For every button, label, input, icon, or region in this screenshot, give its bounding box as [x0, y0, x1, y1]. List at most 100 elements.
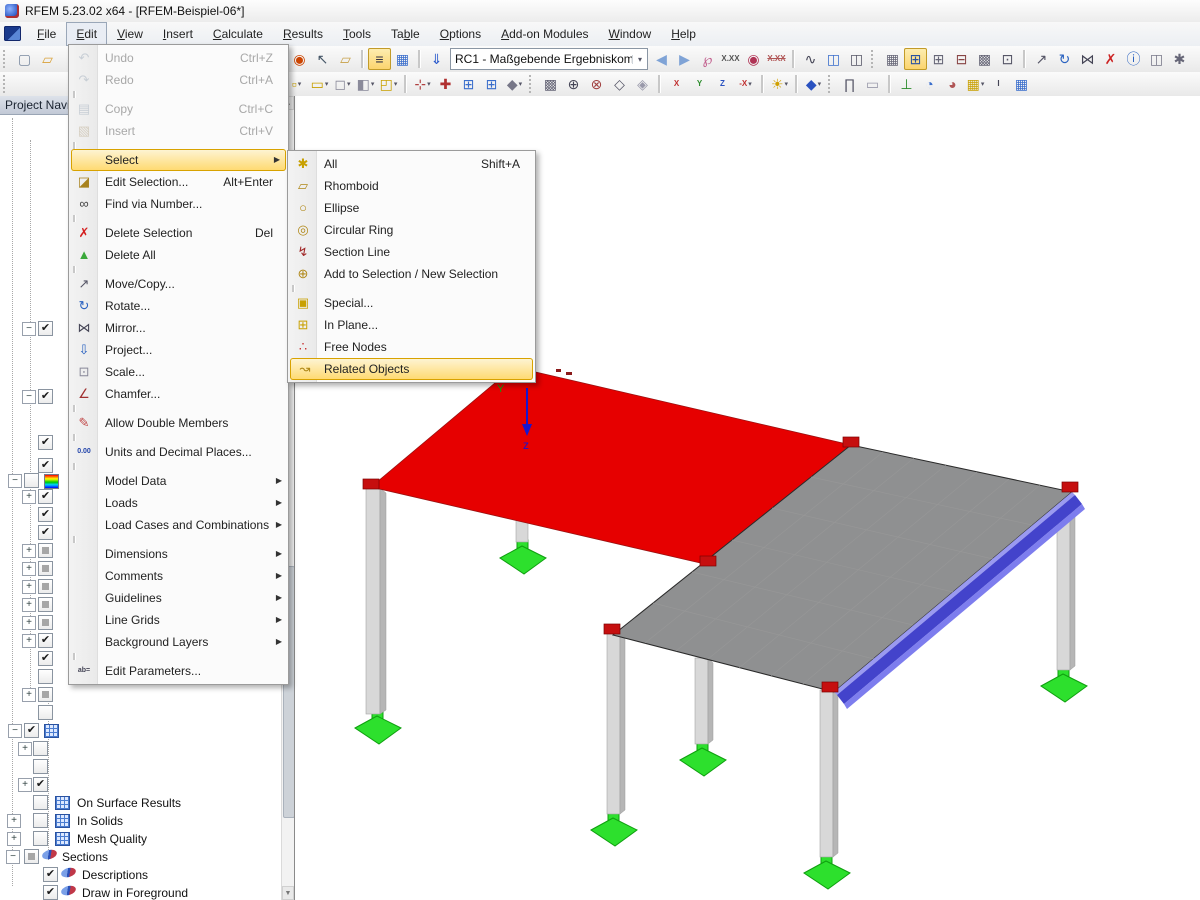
expand-toggle[interactable]: +: [22, 688, 36, 702]
surface-results-icon[interactable]: ◔: [918, 73, 941, 95]
checkbox[interactable]: ✔: [38, 705, 53, 720]
menubar-item-window[interactable]: Window: [599, 22, 662, 46]
view-multi-icon[interactable]: ◈: [631, 73, 654, 95]
menu-item[interactable]: ▧ Insert Ctrl+V ▶: [69, 120, 288, 142]
menubar-item-edit[interactable]: Edit: [66, 22, 107, 46]
checkbox[interactable]: ✔: [38, 561, 53, 576]
info-icon[interactable]: ⓘ: [1122, 48, 1145, 70]
menu-item[interactable]: ↷ Redo Ctrl+A ▶: [69, 69, 288, 91]
menubar-item-results[interactable]: Results: [273, 22, 333, 46]
menu-item[interactable]: 0.00 Units and Decimal Places... ▶: [69, 441, 288, 463]
select-net-icon[interactable]: ▩: [539, 73, 562, 95]
menu-item[interactable]: ▱ Rhomboid ▶: [288, 175, 535, 197]
result-points-icon[interactable]: ◉: [742, 48, 765, 70]
menu-item[interactable]: ⇩ Project... ▶: [69, 339, 288, 361]
zoom-in-icon[interactable]: ⊕: [562, 73, 585, 95]
menu-item[interactable]: ✱ All Shift+A ▶: [288, 153, 535, 175]
menu-item[interactable]: ⋈ Mirror... ▶: [69, 317, 288, 339]
result-values-icon[interactable]: X.XX: [719, 48, 742, 70]
menu-item[interactable]: ⊕ Add to Selection / New Selection ▶: [288, 263, 535, 285]
divide-line-icon[interactable]: ⊞: [457, 73, 480, 95]
pointer-select-icon[interactable]: ↖: [311, 48, 334, 70]
checkbox[interactable]: ✔: [38, 525, 53, 540]
checkbox[interactable]: ✔: [38, 507, 53, 522]
menu-item[interactable]: ○ Ellipse ▶: [288, 197, 535, 219]
insert-node-icon[interactable]: ✚: [434, 73, 457, 95]
menu-item[interactable]: Comments ▶: [69, 565, 288, 587]
expand-toggle[interactable]: −: [8, 474, 22, 488]
tree-item[interactable]: + ✔ In Solids: [0, 812, 278, 830]
expand-toggle[interactable]: +: [22, 490, 36, 504]
tree-item[interactable]: ✔ Draw in Foreground: [0, 884, 278, 900]
checkbox[interactable]: ✔: [43, 867, 58, 882]
new-opening-icon[interactable]: ◰ ▾: [377, 73, 400, 95]
menu-item[interactable]: ✎ Allow Double Members ▶: [69, 412, 288, 434]
delete-icon[interactable]: ✗: [1099, 48, 1122, 70]
move-icon[interactable]: ↗: [1030, 48, 1053, 70]
checkbox[interactable]: ✔: [24, 723, 39, 738]
menubar-item-calculate[interactable]: Calculate: [203, 22, 273, 46]
show-results-icon[interactable]: ℘: [696, 48, 719, 70]
expand-toggle[interactable]: +: [22, 580, 36, 594]
solid-results-icon[interactable]: ◕: [941, 73, 964, 95]
rotate-icon[interactable]: ↻: [1053, 48, 1076, 70]
join-members-icon[interactable]: ⊞: [480, 73, 503, 95]
member-diagram-icon[interactable]: ∏: [838, 73, 861, 95]
menu-item[interactable]: ↗ Move/Copy... ▶: [69, 273, 288, 295]
menu-item[interactable]: Dimensions ▶: [69, 543, 288, 565]
menu-item[interactable]: Model Data ▶: [69, 470, 288, 492]
fe-mesh-delete-icon[interactable]: ⊟: [950, 48, 973, 70]
tree-item[interactable]: − ✔ Sections: [0, 848, 278, 866]
result-grid-icon[interactable]: ▦: [1010, 73, 1033, 95]
menu-item[interactable]: ◎ Circular Ring ▶: [288, 219, 535, 241]
rendering-cube-icon[interactable]: ◆ ▾: [802, 73, 825, 95]
expand-toggle[interactable]: −: [22, 390, 36, 404]
extrude-icon[interactable]: ◆ ▾: [503, 73, 526, 95]
expand-toggle[interactable]: +: [22, 616, 36, 630]
scrollbar-down-button[interactable]: ▼: [282, 886, 294, 900]
load-case-combobox[interactable]: RC1 - Maßgebende Ergebniskombinat ▾: [450, 48, 648, 70]
next-load-case-button[interactable]: ▶: [673, 48, 696, 70]
checkbox[interactable]: ✔: [38, 651, 53, 666]
expand-toggle[interactable]: +: [22, 562, 36, 576]
new-file-icon[interactable]: ▢: [13, 48, 36, 70]
menu-item[interactable]: Load Cases and Combinations ▶: [69, 514, 288, 536]
result-values-off-icon[interactable]: X.XX: [765, 48, 788, 70]
menubar-item-file[interactable]: File: [27, 22, 66, 46]
menu-item[interactable]: ∞ Find via Number... ▶: [69, 193, 288, 215]
expand-toggle[interactable]: +: [22, 598, 36, 612]
settings-window-icon[interactable]: ◫: [1145, 48, 1168, 70]
checkbox[interactable]: ✔: [38, 597, 53, 612]
load-case-new-icon[interactable]: ⇓: [425, 48, 448, 70]
menu-item[interactable]: ◪ Edit Selection... Alt+Enter ▶: [69, 171, 288, 193]
menu-item[interactable]: ▲ Delete All ▶: [69, 244, 288, 266]
checkbox[interactable]: ✔: [43, 885, 58, 900]
menu-item[interactable]: Loads ▶: [69, 492, 288, 514]
combo-dropdown-arrow-icon[interactable]: ▾: [632, 55, 647, 64]
menu-item[interactable]: ∴ Free Nodes ▶: [288, 336, 535, 358]
menu-item[interactable]: ↝ Related Objects ▶: [290, 358, 533, 380]
checkbox[interactable]: ✔: [38, 669, 53, 684]
checkbox[interactable]: ✔: [33, 741, 48, 756]
navigator-toggle-button[interactable]: ≡: [368, 48, 391, 70]
menu-item[interactable]: ▤ Copy Ctrl+C ▶: [69, 98, 288, 120]
menu-item[interactable]: ∠ Chamfer... ▶: [69, 383, 288, 405]
expand-toggle[interactable]: +: [18, 742, 32, 756]
calculation-params-icon[interactable]: ⊡: [996, 48, 1019, 70]
expand-toggle[interactable]: −: [6, 850, 20, 864]
smooth-results-icon[interactable]: ▭: [861, 73, 884, 95]
options-gear-icon[interactable]: ✱: [1168, 48, 1191, 70]
checkbox[interactable]: ✔: [33, 759, 48, 774]
expand-toggle[interactable]: +: [22, 544, 36, 558]
view-x-icon[interactable]: X: [665, 73, 688, 95]
menu-item[interactable]: ⊞ In Plane... ▶: [288, 314, 535, 336]
menu-item[interactable]: ↻ Rotate... ▶: [69, 295, 288, 317]
mirror-icon[interactable]: ⋈: [1076, 48, 1099, 70]
menubar-item-insert[interactable]: Insert: [153, 22, 203, 46]
visibility-lamp-icon[interactable]: ☀ ▾: [768, 73, 791, 95]
prev-load-case-button[interactable]: ◀: [650, 48, 673, 70]
view-minus-x-icon[interactable]: -X ▾: [734, 73, 757, 95]
tree-item[interactable]: ✔ On Surface Results: [0, 794, 278, 812]
menu-item[interactable]: ↯ Section Line ▶: [288, 241, 535, 263]
menu-item[interactable]: ✗ Delete Selection Del ▶: [69, 222, 288, 244]
